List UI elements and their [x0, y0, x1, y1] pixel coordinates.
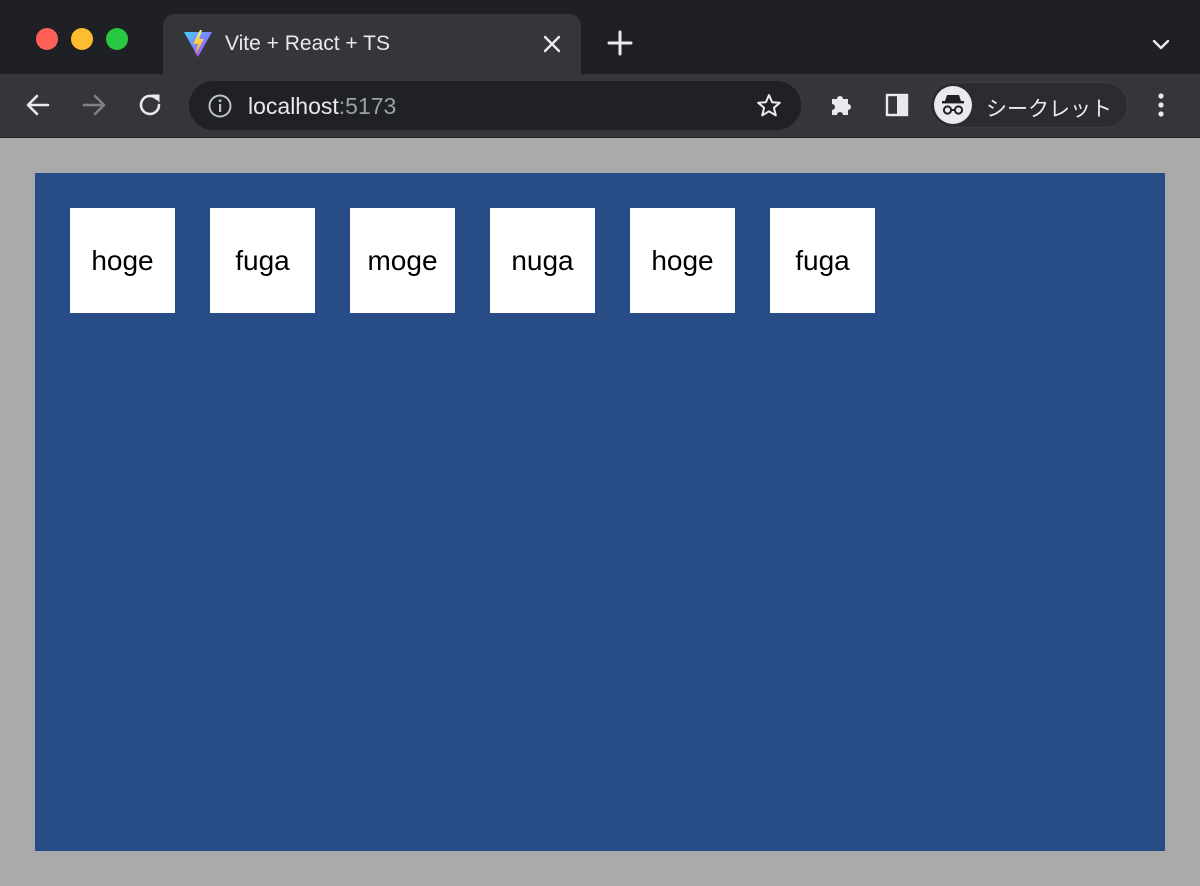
- item-card: hoge: [630, 208, 735, 313]
- url-host: localhost: [248, 93, 339, 119]
- incognito-label: シークレット: [986, 98, 1112, 121]
- new-tab-icon[interactable]: [606, 29, 634, 57]
- url-port: :5173: [338, 93, 397, 119]
- more-menu-icon[interactable]: [1146, 90, 1176, 120]
- forward-arrow-icon[interactable]: [79, 90, 109, 120]
- item-card: nuga: [490, 208, 595, 313]
- close-tab-icon[interactable]: [541, 33, 563, 55]
- page-viewport: hoge fuga moge nuga hoge fuga: [0, 138, 1200, 886]
- tab-strip: Vite + React + TS: [0, 0, 1200, 74]
- items-container: hoge fuga moge nuga hoge fuga: [35, 173, 1165, 851]
- vite-logo-icon: [183, 30, 213, 58]
- fullscreen-window-button[interactable]: [106, 28, 128, 50]
- profile-incognito-button[interactable]: シークレット: [930, 82, 1128, 128]
- side-panel-icon[interactable]: [882, 90, 912, 120]
- chevron-down-icon[interactable]: [1150, 33, 1172, 55]
- tab-title: Vite + React + TS: [225, 32, 390, 55]
- browser-toolbar: localhost:5173 シークレット: [0, 74, 1200, 138]
- close-window-button[interactable]: [36, 28, 58, 50]
- back-arrow-icon[interactable]: [23, 90, 53, 120]
- item-card: moge: [350, 208, 455, 313]
- tab-active[interactable]: Vite + React + TS: [163, 14, 581, 74]
- extensions-puzzle-icon[interactable]: [826, 90, 856, 120]
- address-bar[interactable]: localhost:5173: [189, 81, 801, 130]
- item-card: fuga: [770, 208, 875, 313]
- url-text: localhost:5173: [248, 93, 396, 120]
- item-card: fuga: [210, 208, 315, 313]
- bookmark-star-icon[interactable]: [755, 92, 783, 120]
- reload-icon[interactable]: [135, 90, 165, 120]
- incognito-icon: [934, 86, 972, 124]
- item-card: hoge: [70, 208, 175, 313]
- minimize-window-button[interactable]: [71, 28, 93, 50]
- site-info-icon[interactable]: [207, 93, 233, 119]
- browser-window: Vite + React + TS localhost:5173 シークレット …: [0, 0, 1200, 886]
